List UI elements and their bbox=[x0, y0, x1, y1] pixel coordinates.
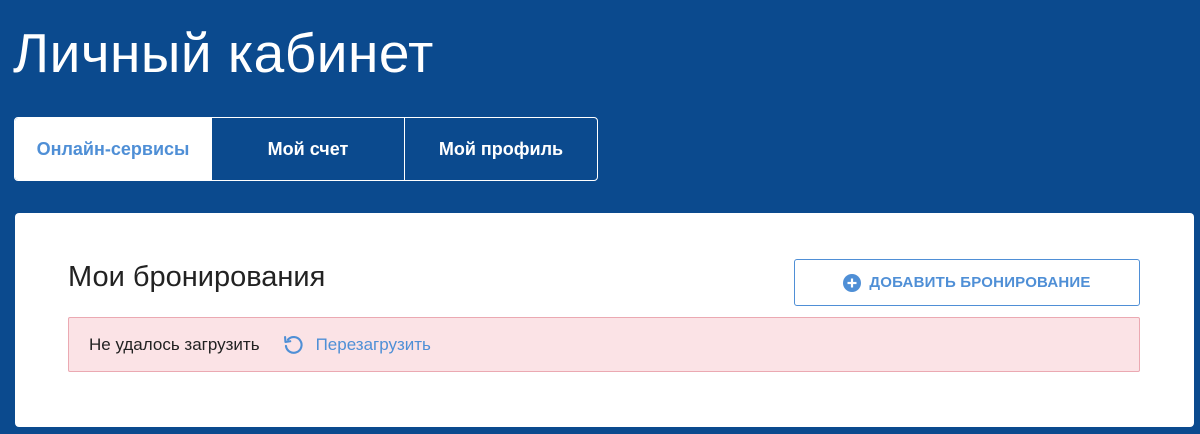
tab-online-services[interactable]: Онлайн-сервисы bbox=[15, 118, 211, 180]
tab-my-profile[interactable]: Мой профиль bbox=[404, 118, 597, 180]
tab-my-account[interactable]: Мой счет bbox=[211, 118, 404, 180]
error-message: Не удалось загрузить bbox=[89, 334, 260, 354]
bookings-title: Мои бронирования bbox=[68, 261, 326, 293]
add-booking-label: ДОБАВИТЬ БРОНИРОВАНИЕ bbox=[869, 274, 1091, 291]
reload-link[interactable]: Перезагрузить bbox=[282, 333, 431, 356]
page-title: Личный кабинет bbox=[13, 22, 434, 84]
plus-circle-icon bbox=[843, 273, 862, 292]
tab-bar: Онлайн-сервисы Мой счет Мой профиль bbox=[14, 117, 598, 181]
reload-label: Перезагрузить bbox=[315, 334, 431, 354]
bookings-card: Мои бронирования ДОБАВИТЬ БРОНИРОВАНИЕ Н… bbox=[15, 213, 1194, 427]
add-booking-button[interactable]: ДОБАВИТЬ БРОНИРОВАНИЕ bbox=[794, 259, 1140, 306]
reload-icon bbox=[282, 333, 305, 356]
error-alert: Не удалось загрузить Перезагрузить bbox=[68, 317, 1140, 372]
